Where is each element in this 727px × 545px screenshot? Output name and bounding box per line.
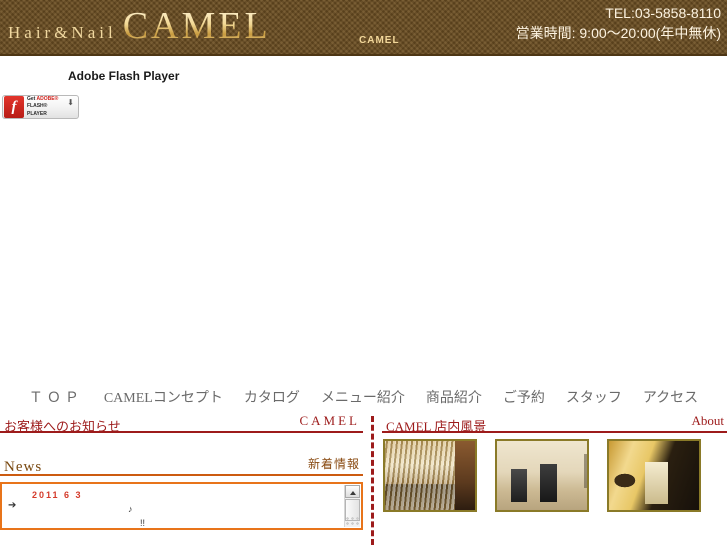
salon-photo-3[interactable]: salon-interior-shampoo-area	[607, 439, 701, 512]
salon-photos-about-link[interactable]: About	[692, 413, 725, 429]
salon-photo-2[interactable]: salon-interior-styling-stations	[495, 439, 589, 512]
logo-subtitle: Hair&Nail	[8, 23, 117, 42]
flash-content-area: Adobe Flash Player f Get ADOBE® FLASH® P…	[0, 56, 727, 376]
site-header: Hair&Nail CAMEL CAMEL TEL:03-5858-8110 営業…	[0, 0, 727, 56]
logo-title: CAMEL	[122, 5, 271, 47]
news-title: News	[4, 459, 43, 475]
site-logo[interactable]: Hair&Nail CAMEL	[8, 4, 271, 48]
salon-photo-row: salon-interior-mirror-wall salon-interio…	[382, 439, 727, 512]
nav-item-top[interactable]: ＴＯＰ	[29, 387, 83, 407]
flash-badge-get: Get	[27, 95, 37, 102]
flash-logo-icon: f	[4, 96, 24, 118]
customer-notice-brand: CAMEL	[299, 413, 360, 428]
news-title-japanese: 新着情報	[307, 457, 360, 471]
left-column: お客様へのお知らせ CAMEL News 新着情報 ➔ 2011 6 3 ♪ !…	[0, 413, 363, 545]
flash-badge-adobe: ADOBE®	[36, 95, 59, 102]
salon-photo-1[interactable]: salon-interior-mirror-wall	[383, 439, 477, 512]
news-line-1: ♪	[128, 504, 133, 514]
header-telephone: TEL:03-5858-8110	[605, 5, 721, 21]
news-body-text: ♪ !!	[128, 502, 146, 529]
header-contact-block: TEL:03-5858-8110 営業時間: 9:00～20:00(年中無休)	[516, 3, 721, 44]
content-area: お客様へのお知らせ CAMEL News 新着情報 ➔ 2011 6 3 ♪ !…	[0, 413, 727, 545]
nav-item-staff[interactable]: スタッフ	[566, 387, 622, 407]
news-scrollbar[interactable]	[344, 485, 360, 527]
column-divider	[371, 416, 374, 545]
main-navigation: ＴＯＰ CAMELコンセプト カタログ メニュー紹介 商品紹介 ご予約 スタッフ…	[0, 383, 727, 411]
salon-photos-title: CAMEL 店内風景	[386, 419, 487, 434]
news-heading: News 新着情報	[0, 456, 363, 476]
nav-item-concept[interactable]: CAMELコンセプト	[104, 387, 223, 407]
scrollbar-grip	[345, 516, 360, 526]
news-scroll-box[interactable]: ➔ 2011 6 3 ♪ !!	[0, 482, 363, 530]
salon-photos-heading: CAMEL 店内風景 About	[382, 413, 727, 434]
customer-notice-heading: お客様へのお知らせ CAMEL	[0, 413, 363, 434]
download-arrow-icon: ⬇	[67, 98, 74, 107]
nav-item-menu[interactable]: メニュー紹介	[321, 387, 405, 407]
header-mini-brand: CAMEL	[359, 35, 400, 46]
flash-badge-label: Get ADOBE® FLASH® PLAYER	[27, 95, 67, 118]
arrow-bullet-icon: ➔	[8, 500, 17, 511]
nav-item-access[interactable]: アクセス	[643, 387, 698, 407]
news-line-2: !!	[140, 518, 146, 529]
scrollbar-up-arrow-icon[interactable]	[345, 485, 360, 498]
flash-badge-player: FLASH® PLAYER	[27, 103, 48, 117]
flash-player-title: Adobe Flash Player	[68, 69, 180, 83]
header-business-hours: 営業時間: 9:00～20:00(年中無休)	[515, 25, 721, 42]
nav-item-catalog[interactable]: カタログ	[244, 387, 300, 407]
nav-item-products[interactable]: 商品紹介	[426, 387, 482, 407]
right-column: CAMEL 店内風景 About salon-interior-mirror-w…	[382, 413, 727, 545]
customer-notice-title: お客様へのお知らせ	[4, 419, 121, 434]
get-adobe-flash-player-button[interactable]: f Get ADOBE® FLASH® PLAYER ⬇	[2, 95, 79, 119]
news-date: 2011 6 3	[32, 490, 83, 500]
nav-item-reservation[interactable]: ご予約	[503, 387, 545, 407]
